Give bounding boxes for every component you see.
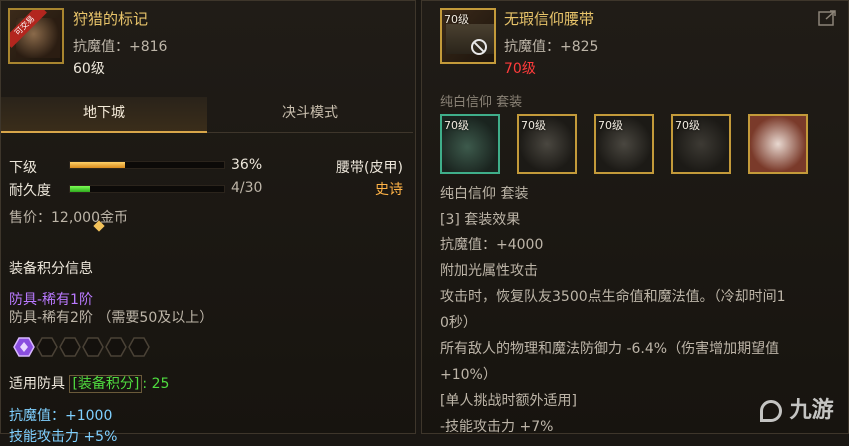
grade-label: 下级	[9, 160, 37, 176]
watermark-text: 九游	[789, 398, 834, 423]
item-name: 无瑕信仰腰带	[504, 10, 595, 28]
equipment-score-tag: [装备积分]	[69, 375, 143, 393]
set-piece-icon[interactable]	[748, 114, 808, 174]
durability-label: 耐久度	[9, 183, 51, 199]
set-header-faded: 纯白信仰 套装	[440, 95, 523, 110]
set-effect-line: 攻击时，恢复队友3500点生命值和魔法值。（冷却时间1	[440, 289, 786, 305]
belt-image	[446, 24, 494, 54]
grade-value: 36%	[231, 157, 263, 173]
jiuyou-logo-icon	[760, 400, 782, 422]
jiuyou-watermark: 九游	[760, 392, 834, 424]
set-effect-line: +10%）	[440, 367, 497, 383]
set-piece-icon[interactable]: 70级	[671, 114, 731, 174]
item-type: 腰带(皮甲)	[336, 160, 403, 176]
set-effect-title: [3] 套装效果	[440, 212, 521, 228]
score-slot-empty-icon	[59, 337, 81, 357]
score-slot-filled-icon	[13, 337, 35, 357]
left-item-tooltip: 可交易 狩猎的标记 抗魔值：+816 60级 地下城 决斗模式 下级 36% 腰…	[0, 0, 417, 445]
set-effect-line: 所有敌人的物理和魔法防御力 -6.4%（伤害增加期望值	[440, 341, 780, 357]
item-name: 狩猎的标记	[73, 10, 149, 28]
bonus-partial: 技能攻击力 +5%	[9, 429, 118, 445]
right-item-tooltip: 70级 无瑕信仰腰带 抗魔值：+825 70级 纯白信仰 套装 70级 70级 70…	[421, 0, 849, 435]
set-effect-line: 抗魔值：+4000	[440, 237, 544, 253]
item-level-badge: 70级	[444, 13, 469, 26]
set-piece-level: 70级	[521, 119, 546, 132]
set-effect-line: 附加光属性攻击	[440, 263, 538, 279]
apply-line: 适用防具 [装备积分]: 25	[9, 373, 169, 393]
grade-progress-fill	[70, 162, 126, 168]
score-slot-empty-icon	[128, 337, 150, 357]
set-piece-icon[interactable]: 70级	[440, 114, 500, 174]
set-piece-level: 70级	[675, 119, 700, 132]
durability-value: 4/30	[231, 180, 263, 196]
set-piece-level: 70级	[598, 119, 623, 132]
apply-value: 25	[151, 376, 170, 392]
required-level: 70级	[504, 61, 536, 77]
item-stat: 抗魔值：+825	[504, 39, 599, 55]
apply-colon: :	[142, 376, 148, 392]
sell-price: 售价：12,000金币	[9, 210, 128, 226]
bonus-stat: 抗魔值：+1000	[9, 408, 113, 424]
set-piece-level: 70级	[444, 119, 469, 132]
set-piece-icon[interactable]: 70级	[517, 114, 577, 174]
apply-prefix: 适用防具	[9, 376, 65, 392]
durability-bar	[69, 185, 225, 193]
set-effect-line: [单人挑战时额外适用]	[440, 393, 577, 409]
item-icon-hunting-mark[interactable]: 可交易	[8, 8, 64, 64]
tab-duel-mode[interactable]: 决斗模式	[207, 97, 413, 133]
set-effect-line: 0秒）	[440, 315, 477, 331]
set-effect-line: -技能攻击力 +7%	[440, 419, 554, 435]
item-level: 60级	[73, 61, 105, 77]
set-piece-icon[interactable]: 70级	[594, 114, 654, 174]
score-slot-empty-icon	[82, 337, 104, 357]
unavailable-icon	[471, 39, 487, 55]
rarity-label: 史诗	[375, 182, 403, 198]
score-section-title: 装备积分信息	[9, 261, 93, 277]
tier-current: 防具-稀有1阶	[9, 292, 93, 308]
tier-next: 防具-稀有2阶 （需要50及以上）	[9, 310, 214, 326]
item-icon-flawless-faith-belt[interactable]: 70级	[440, 8, 496, 64]
tab-dungeon[interactable]: 地下城	[1, 97, 207, 133]
durability-fill	[70, 186, 91, 192]
set-name: 纯白信仰 套装	[440, 186, 529, 202]
score-slot-empty-icon	[36, 337, 58, 357]
item-stat: 抗魔值：+816	[73, 39, 168, 55]
score-slot-empty-icon	[105, 337, 127, 357]
grade-progress-bar	[69, 161, 225, 169]
expand-icon[interactable]	[818, 9, 838, 27]
mode-tabs: 地下城 决斗模式	[1, 97, 417, 232]
